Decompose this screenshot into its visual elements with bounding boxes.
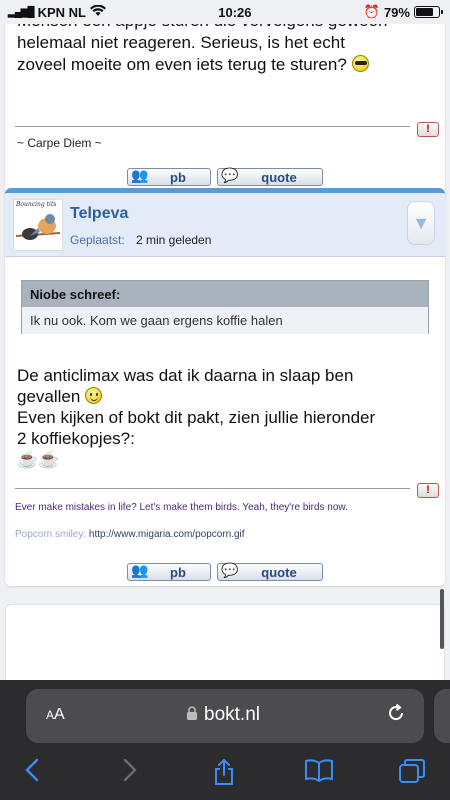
message-line: Mensen een appje sturen die vervolgens g… [17,24,437,32]
message-line: zoveel moeite om even iets terug te stur… [17,54,437,76]
clock: 10:26 [218,4,252,20]
status-bar: ▂▄▆█ KPN NL 10:26 ⏰ 79% [0,0,450,24]
wifi-icon [89,4,106,20]
address-bar[interactable]: AA bokt.nl [26,689,424,743]
bookmarks-icon[interactable] [304,758,334,789]
reader-settings-button[interactable]: AA [46,706,65,724]
pb-button[interactable]: 👥 pb [127,562,211,581]
posted-time: 2 min geleden [136,233,212,247]
pb-button[interactable]: 👥 pb [127,167,211,186]
alarm-icon: ⏰ [363,4,380,19]
quote-block: Niobe schreef: Ik nu ook. Kom we gaan er… [21,280,429,334]
battery-percentage: 79% [383,4,410,20]
forum-post: Bouncing tits Telpeva Geplaatst: 2 min g… [5,188,445,586]
page-content[interactable]: Mensen een appje sturen die vervolgens g… [0,24,450,680]
post-actions: 👥 pb 💬 quote [127,562,323,581]
share-icon[interactable] [212,758,236,793]
pb-label: pb [170,169,186,185]
scrollbar[interactable] [440,589,444,649]
message-line: 2 koffiekopjes?: [17,429,135,448]
signature: ~ Carpe Diem ~ [17,136,102,150]
quote-button[interactable]: 💬 quote [217,167,323,186]
smiley-icon [85,387,103,404]
bird-avatar-icon [15,214,61,240]
browser-toolbar: AA bokt.nl [0,680,450,800]
signal-icon: ▂▄▆█ [8,6,35,18]
lock-icon [186,706,198,724]
signature: Ever make mistakes in life? Let's make t… [15,502,348,513]
quote-button[interactable]: 💬 quote [217,562,323,581]
message-line: Even kijken of bokt dit pakt, zien julli… [17,408,376,427]
message-line: De anticlimax was dat ik daarna in slaap… [17,366,354,385]
speech-bubble-icon: 💬 [221,167,239,183]
post-actions: 👥 pb 💬 quote [127,167,323,186]
popcorn-label: Popcorn smiley: [15,529,87,540]
signature-popcorn: Popcorn smiley: http://www.migaria.com/p… [15,529,245,540]
sunglasses-smiley-icon [351,55,369,72]
posted-label: Geplaatst: [70,233,125,247]
back-button[interactable] [24,758,40,789]
carrier-label: KPN NL [37,4,86,20]
speech-bubble-icon: 💬 [221,562,239,578]
url-text: bokt.nl [204,704,260,725]
coffee-cup-icons: ☕☕ [17,450,60,469]
post-message: Mensen een appje sturen die vervolgens g… [17,24,437,76]
aa-small: A [46,708,55,722]
battery-fill [415,8,434,16]
forward-button[interactable] [122,758,138,789]
message-line-text: gevallen [17,387,81,406]
pb-label: pb [170,564,186,580]
username[interactable]: Telpeva [70,205,128,223]
forum-post: Mensen een appje sturen die vervolgens g… [5,24,445,199]
message-line: helemaal niet reageren. Serieus, is het … [17,33,345,52]
battery-icon [413,6,443,18]
users-icon: 👥 [131,562,149,578]
reload-icon[interactable] [386,703,406,729]
post-header: Bouncing tits Telpeva Geplaatst: 2 min g… [5,193,445,257]
report-button[interactable]: ! [417,122,439,137]
quote-label: quote [261,564,297,580]
next-tab-preview[interactable] [434,689,450,743]
aa-large: A [54,706,65,723]
post-menu-button[interactable]: ▼ [407,201,435,245]
signature-divider [15,488,410,489]
popcorn-link[interactable]: http://www.migaria.com/popcorn.gif [89,529,245,540]
quote-label: quote [261,169,297,185]
quote-text: Ik nu ook. Kom we gaan ergens koffie hal… [22,307,428,334]
avatar[interactable]: Bouncing tits [13,199,63,251]
triangle-down-icon: ▼ [412,213,430,233]
tabs-icon[interactable] [398,758,426,791]
signature-divider [15,126,410,127]
post-message: De anticlimax was dat ik daarna in slaap… [17,365,432,470]
url-display[interactable]: bokt.nl [186,704,260,726]
report-button[interactable]: ! [417,483,439,498]
users-icon: 👥 [131,167,149,183]
quote-author: Niobe schreef: [22,281,428,307]
message-line-text: zoveel moeite om even iets terug te stur… [17,55,347,74]
message-line: gevallen [17,386,432,407]
navigation-bar [0,758,450,792]
forum-post [5,604,445,680]
